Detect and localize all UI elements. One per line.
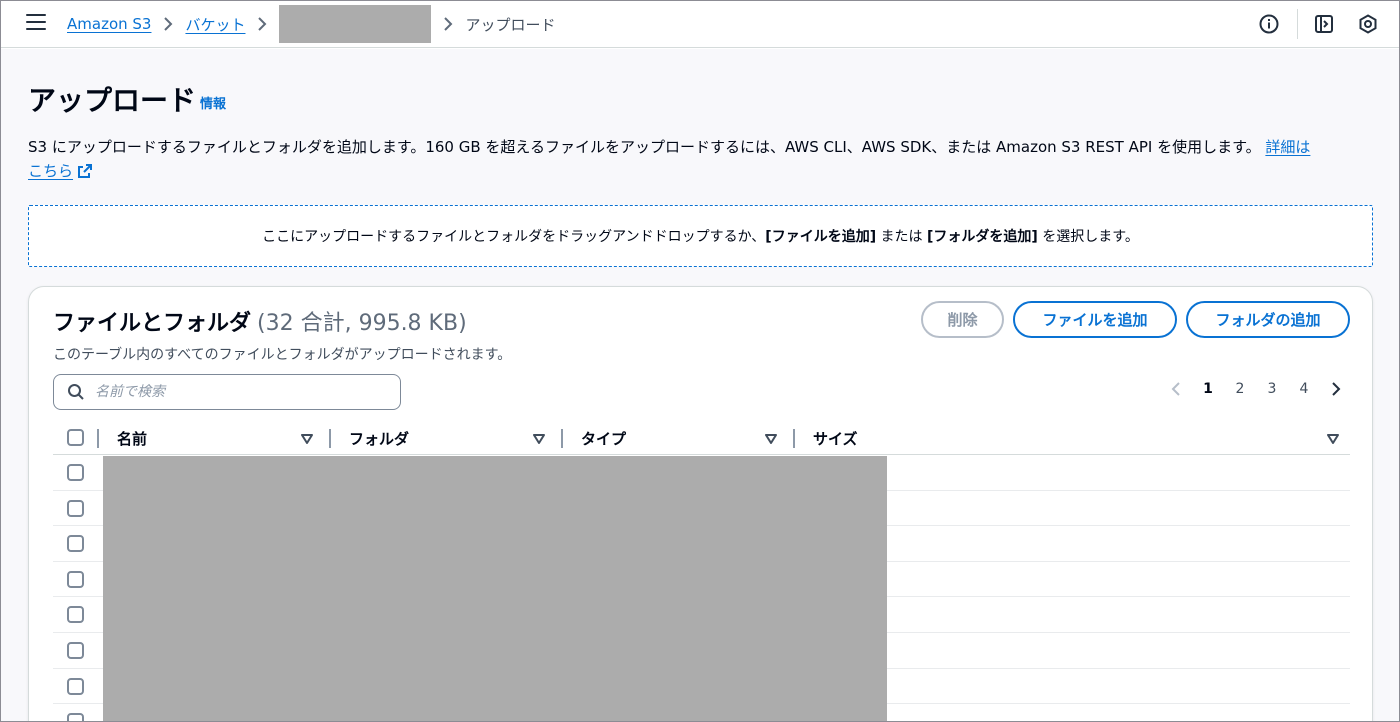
files-table: 名前 フォルダ タイプ サイズ <box>53 421 1350 722</box>
add-folder-button[interactable]: フォルダの追加 <box>1186 301 1350 338</box>
info-link[interactable]: 情報 <box>200 93 226 112</box>
breadcrumb-current: アップロード <box>465 15 556 34</box>
page-title: アップロード <box>28 84 197 117</box>
external-link-icon <box>77 162 93 186</box>
description-text: S3 にアップロードするファイルとフォルダを追加します。160 GB を超えるフ… <box>28 138 1261 156</box>
chevron-right-icon <box>443 17 453 31</box>
column-header-folder[interactable]: フォルダ <box>349 421 409 455</box>
sort-caret-icon[interactable] <box>1327 431 1339 449</box>
column-header-type[interactable]: タイプ <box>581 421 626 455</box>
files-and-folders-panel: ファイルとフォルダ (32 合計, 995.8 KB) このテーブル内のすべてのフ… <box>28 286 1373 722</box>
row-checkbox[interactable] <box>67 641 84 659</box>
chevron-right-icon <box>257 17 267 31</box>
column-header-size[interactable]: サイズ <box>813 421 858 455</box>
top-navigation-bar: Amazon S3 バケット アップロード <box>0 0 1400 48</box>
page-description: S3 にアップロードするファイルとフォルダを追加します。160 GB を超えるフ… <box>28 135 1373 186</box>
add-files-button[interactable]: ファイルを追加 <box>1013 301 1177 338</box>
page-1[interactable]: 1 <box>1192 381 1224 397</box>
learn-more-label-1: 詳細は <box>1265 138 1311 156</box>
breadcrumb-amazon-s3[interactable]: Amazon S3 <box>67 15 151 33</box>
menu-icon[interactable] <box>26 14 46 32</box>
next-page-icon[interactable] <box>1320 381 1352 397</box>
top-bar-actions <box>1257 0 1400 48</box>
learn-more-label-2: こちら <box>28 162 74 180</box>
breadcrumb-bucket-name-redacted[interactable] <box>279 5 432 43</box>
panel-title-text: ファイルとフォルダ <box>53 311 252 336</box>
row-checkbox[interactable] <box>67 606 84 624</box>
search-icon <box>67 383 85 401</box>
row-checkbox[interactable] <box>67 535 84 553</box>
breadcrumb: Amazon S3 バケット アップロード <box>67 0 556 48</box>
column-separator <box>793 429 795 448</box>
previous-page-icon[interactable] <box>1160 381 1192 397</box>
search-input[interactable] <box>95 384 385 400</box>
breadcrumb-buckets[interactable]: バケット <box>185 14 245 35</box>
select-all-checkbox[interactable] <box>67 429 84 446</box>
drop-zone-add-files: [ファイルを追加] <box>765 229 877 245</box>
redacted-table-content <box>103 456 887 722</box>
drop-zone-prefix: ここにアップロードするファイルとフォルダをドラッグアンドドロップするか、 <box>262 229 766 245</box>
chevron-right-icon <box>163 17 173 31</box>
drop-zone-add-folder: [フォルダを追加] <box>927 229 1038 245</box>
column-separator <box>329 429 331 448</box>
divider <box>1297 9 1298 39</box>
drop-zone-middle: または <box>876 229 927 245</box>
info-icon[interactable] <box>1257 12 1281 36</box>
pagination: 1 2 3 4 <box>1160 381 1352 397</box>
drop-zone-suffix: を選択します。 <box>1037 229 1139 245</box>
drop-zone-text: ここにアップロードするファイルとフォルダをドラッグアンドドロップするか、[ファイ… <box>262 226 1139 246</box>
row-checkbox[interactable] <box>67 570 84 588</box>
drop-zone[interactable]: ここにアップロードするファイルとフォルダをドラッグアンドドロップするか、[ファイ… <box>28 205 1373 267</box>
page-3[interactable]: 3 <box>1256 381 1288 397</box>
sort-caret-icon[interactable] <box>301 431 313 449</box>
row-checkbox[interactable] <box>67 677 84 695</box>
main-content: アップロード 情報 S3 にアップロードするファイルとフォルダを追加します。16… <box>0 49 1400 722</box>
page-2[interactable]: 2 <box>1224 381 1256 397</box>
table-header: 名前 フォルダ タイプ サイズ <box>53 421 1350 455</box>
row-checkbox[interactable] <box>67 713 84 722</box>
panel-description: このテーブル内のすべてのファイルとフォルダがアップロードされます。 <box>53 347 512 363</box>
search-box <box>53 374 401 410</box>
side-panel-icon[interactable] <box>1312 12 1336 36</box>
page-4[interactable]: 4 <box>1288 381 1320 397</box>
delete-button[interactable]: 削除 <box>921 301 1004 338</box>
panel-count: (32 合計, 995.8 KB) <box>257 311 467 336</box>
panel-title: ファイルとフォルダ (32 合計, 995.8 KB) <box>53 305 467 337</box>
sort-caret-icon[interactable] <box>533 431 545 449</box>
row-checkbox[interactable] <box>67 464 84 481</box>
column-separator <box>97 429 99 448</box>
sort-caret-icon[interactable] <box>765 431 777 449</box>
row-checkbox[interactable] <box>67 499 84 517</box>
column-separator <box>561 429 563 448</box>
column-header-name[interactable]: 名前 <box>117 421 147 455</box>
settings-hexagon-icon[interactable] <box>1356 12 1380 36</box>
